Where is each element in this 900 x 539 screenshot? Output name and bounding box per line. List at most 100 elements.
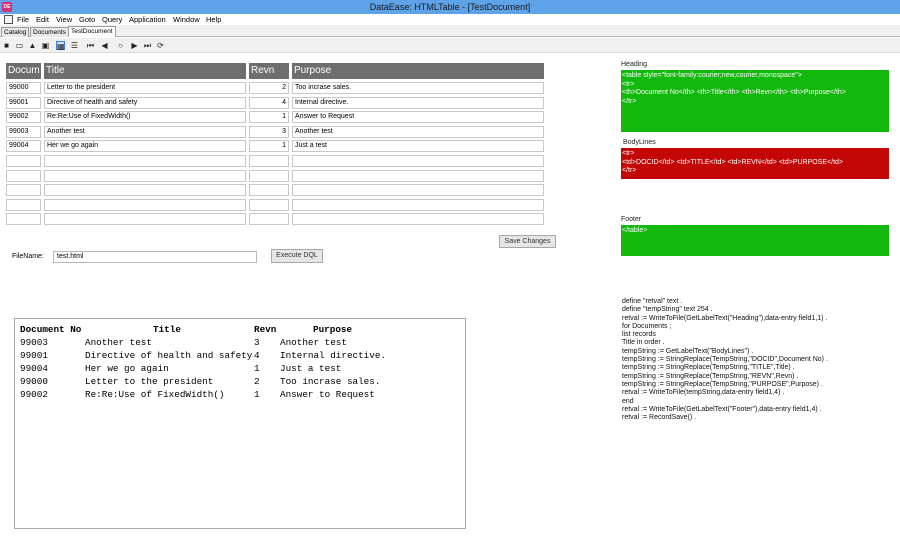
output-cell: Another test bbox=[280, 337, 347, 348]
stamp-icon[interactable]: ▲ bbox=[28, 41, 37, 50]
html-output-preview[interactable]: Document No Title Revn Purpose 99003 Another … bbox=[14, 318, 466, 529]
grid-cell-title[interactable] bbox=[44, 155, 246, 167]
menu-query[interactable]: Query bbox=[102, 15, 122, 24]
grid-cell-revn[interactable]: 4 bbox=[249, 96, 289, 109]
bodylines-line: <tr> bbox=[622, 150, 635, 157]
footer-textbox[interactable]: </table> bbox=[621, 225, 889, 256]
grid-cell-docno[interactable]: 99002 bbox=[6, 111, 41, 124]
grid-cell-revn[interactable]: 3 bbox=[249, 125, 289, 138]
tab-documents[interactable]: Documents bbox=[30, 27, 69, 37]
grid-cell-docno[interactable] bbox=[6, 155, 41, 167]
column-header-docno[interactable]: Docum bbox=[6, 63, 41, 79]
grid-cell-docno[interactable] bbox=[6, 169, 41, 182]
tab-testdocument[interactable]: TestDocument bbox=[68, 26, 116, 37]
toolbar: ■ ▭ ▲ ▣ ▦ ☰ ⏮ ◀ ○ ▶ ⏭ ⟳ bbox=[0, 38, 900, 53]
grid-cell-purpose[interactable]: Answer to Request bbox=[292, 111, 544, 124]
filename-input[interactable]: test.html bbox=[53, 251, 257, 263]
form-view-icon[interactable]: ▦ bbox=[56, 41, 65, 51]
refresh-icon[interactable]: ⟳ bbox=[156, 41, 165, 50]
grid-cell-docno[interactable]: 99000 bbox=[6, 82, 41, 94]
output-cell: 2 bbox=[254, 376, 260, 387]
grid-cell-title[interactable]: Another test bbox=[44, 125, 246, 138]
next-record-icon[interactable]: ▶ bbox=[130, 41, 139, 50]
grid-cell-purpose[interactable] bbox=[292, 155, 544, 167]
grid-cell-docno[interactable] bbox=[6, 198, 41, 211]
script-line: define "tempString" text 254 . bbox=[622, 306, 713, 314]
save-changes-button[interactable]: Save Changes bbox=[499, 235, 556, 248]
menu-bar: File Edit View Goto Query Application Wi… bbox=[0, 14, 900, 25]
grid-cell-purpose[interactable] bbox=[292, 184, 544, 197]
grid-cell-revn[interactable]: 1 bbox=[249, 111, 289, 124]
tab-catalog[interactable]: Catalog bbox=[1, 27, 30, 37]
menu-file[interactable]: File bbox=[17, 15, 29, 24]
grid-cell-title[interactable] bbox=[44, 169, 246, 182]
column-header-revn[interactable]: Revn bbox=[249, 63, 289, 79]
output-cell: Internal directive. bbox=[280, 350, 387, 361]
output-cell: Answer to Request bbox=[280, 389, 375, 400]
output-cell: Her we go again bbox=[85, 363, 169, 374]
output-cell: 4 bbox=[254, 350, 260, 361]
search-icon[interactable]: ○ bbox=[116, 41, 125, 50]
grid-cell-revn[interactable] bbox=[249, 155, 289, 167]
delete-icon[interactable]: ▭ bbox=[15, 41, 24, 50]
menu-help[interactable]: Help bbox=[206, 15, 221, 24]
grid-cell-title[interactable]: Directive of health and safety bbox=[44, 96, 246, 109]
grid-cell-title[interactable]: Letter to the president bbox=[44, 82, 246, 94]
grid-cell-title[interactable]: Her we go again bbox=[44, 140, 246, 153]
output-header: Purpose bbox=[313, 324, 353, 335]
execute-dql-button[interactable]: Execute DQL bbox=[271, 249, 323, 263]
script-line: tempString := StringReplace(TempString,"… bbox=[622, 356, 828, 364]
menu-view[interactable]: View bbox=[56, 15, 72, 24]
grid-cell-purpose[interactable]: Internal directive. bbox=[292, 96, 544, 109]
document-icon[interactable] bbox=[4, 15, 13, 24]
grid-cell-title[interactable] bbox=[44, 198, 246, 211]
grid-cell-purpose[interactable] bbox=[292, 198, 544, 211]
menu-window[interactable]: Window bbox=[173, 15, 200, 24]
menu-goto[interactable]: Goto bbox=[79, 15, 95, 24]
output-cell: 3 bbox=[254, 337, 260, 348]
table-view-icon[interactable]: ☰ bbox=[70, 41, 79, 50]
grid-cell-title[interactable] bbox=[44, 184, 246, 197]
heading-textbox[interactable]: <table style="font-family:courier;new,co… bbox=[621, 70, 889, 132]
grid-cell-docno[interactable]: 99004 bbox=[6, 140, 41, 153]
menu-application[interactable]: Application bbox=[129, 15, 166, 24]
grid-cell-purpose[interactable]: Too incrase sales. bbox=[292, 82, 544, 94]
first-record-icon[interactable]: ⏮ bbox=[86, 41, 95, 50]
grid-cell-revn[interactable]: 2 bbox=[249, 82, 289, 94]
grid-cell-revn[interactable] bbox=[249, 213, 289, 226]
grid-cell-purpose[interactable]: Just a test bbox=[292, 140, 544, 153]
grid-cell-purpose[interactable]: Another test bbox=[292, 125, 544, 138]
last-record-icon[interactable]: ⏭ bbox=[143, 41, 152, 50]
bodylines-textbox[interactable]: <tr> <td>DOCID</td> <td>TITLE</td> <td>R… bbox=[621, 148, 889, 179]
print-icon[interactable]: ▣ bbox=[41, 41, 50, 50]
grid-cell-purpose[interactable] bbox=[292, 169, 544, 182]
heading-line: </tr> bbox=[622, 97, 637, 105]
output-cell: 99003 bbox=[20, 337, 48, 348]
previous-record-icon[interactable]: ◀ bbox=[100, 41, 109, 50]
output-cell: Just a test bbox=[280, 363, 342, 374]
menu-edit[interactable]: Edit bbox=[36, 15, 49, 24]
dql-script-text[interactable]: define "retval" text . define "tempString… bbox=[622, 298, 828, 422]
grid-cell-title[interactable] bbox=[44, 213, 246, 226]
grid-cell-docno[interactable]: 99001 bbox=[6, 96, 41, 109]
output-cell: Directive of health and safety bbox=[85, 350, 253, 361]
grid-cell-docno[interactable]: 99003 bbox=[6, 125, 41, 138]
bodylines-line: <td>DOCID</td> <td>TITLE</td> <td>REVN</… bbox=[622, 158, 844, 166]
grid-cell-revn[interactable] bbox=[249, 169, 289, 182]
grid-cell-docno[interactable] bbox=[6, 213, 41, 226]
grid-cell-title[interactable]: Re:Re:Use of FixedWidth() bbox=[44, 111, 246, 124]
save-icon[interactable]: ■ bbox=[2, 41, 11, 50]
grid-cell-revn[interactable] bbox=[249, 198, 289, 211]
grid-cell-revn[interactable] bbox=[249, 184, 289, 197]
footer-label: Footer bbox=[621, 216, 642, 223]
output-cell: Re:Re:Use of FixedWidth() bbox=[85, 389, 225, 400]
output-cell: Too incrase sales. bbox=[280, 376, 381, 387]
script-line: Title in order . bbox=[622, 339, 665, 347]
grid-cell-docno[interactable] bbox=[6, 184, 41, 197]
script-line: tempString := StringReplace(TempString,"… bbox=[622, 380, 823, 388]
grid-cell-revn[interactable]: 1 bbox=[249, 140, 289, 153]
app-window: DE DataEase: HTMLTable - [TestDocument] … bbox=[0, 0, 900, 539]
column-header-purpose[interactable]: Purpose bbox=[292, 63, 544, 79]
grid-cell-purpose[interactable] bbox=[292, 213, 544, 226]
column-header-title[interactable]: Title bbox=[44, 63, 246, 79]
